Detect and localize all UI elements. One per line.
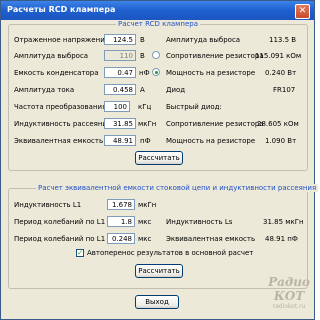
- period-l1-second-unit: мкс: [138, 235, 152, 243]
- period-l1-unit: мкс: [138, 218, 152, 226]
- resistor-power-value: 0.240 Вт: [265, 69, 297, 77]
- diode-label: Диод: [166, 86, 186, 94]
- resistor-resistance-label: Сопротивление резистора: [166, 52, 264, 60]
- result-equivalent-capacitance-value: 48.91 пФ: [265, 235, 298, 243]
- radiokot-watermark: Радио КОТ radiokot.ru: [266, 275, 312, 313]
- window-title: Расчеты RCD клампера: [7, 5, 116, 14]
- fast-resistor-power-value: 1.090 Вт: [265, 137, 297, 145]
- watermark-url: radiokot.ru: [272, 303, 306, 310]
- period-l1-input[interactable]: 1.8: [107, 216, 135, 227]
- inductance-l1-input[interactable]: 1.678: [107, 199, 135, 210]
- current-amplitude-label: Амплитуда тока: [14, 86, 75, 94]
- current-amplitude-input[interactable]: 0.458: [104, 84, 136, 95]
- spike-amplitude-radio[interactable]: [152, 51, 160, 59]
- capacitance-unit: нФ: [139, 69, 150, 77]
- current-amplitude-unit: А: [140, 86, 145, 94]
- inductance-ls-value: 31.85 мкГн: [263, 218, 304, 226]
- fast-resistor-resistance-label: Сопротивление резистора: [166, 120, 264, 128]
- leakage-inductance-unit: мкГн: [138, 120, 157, 128]
- spike-amplitude-input[interactable]: 110: [104, 50, 136, 61]
- spike-amplitude-unit: В: [140, 52, 145, 60]
- leakage-inductance-label: Индуктивность рассеяния: [14, 120, 112, 128]
- period-l1-second-label: Период колебаний по L1: [14, 235, 106, 243]
- diode-value: FR107: [273, 86, 296, 94]
- reflected-voltage-unit: В: [140, 36, 145, 44]
- close-icon[interactable]: ✕: [295, 4, 310, 19]
- equivalent-capacitance-label: Эквивалентная емкость: [14, 137, 104, 145]
- calculate-button[interactable]: Рассчитать: [135, 151, 183, 165]
- resistor-resistance-value: 115.091 кОм: [255, 52, 302, 60]
- inductance-ls-label: Индуктивность Ls: [166, 218, 233, 226]
- rcd-calc-group: [8, 24, 308, 171]
- frequency-label: Частота преобразования: [14, 103, 107, 111]
- leakage-inductance-input[interactable]: 31.85: [104, 118, 136, 129]
- result-spike-amplitude-label: Амплитуда выброса: [166, 36, 241, 44]
- inductance-l1-unit: мкГн: [138, 201, 157, 209]
- inductance-l1-label: Индуктивность L1: [14, 201, 82, 209]
- frequency-unit: кГц: [138, 103, 152, 111]
- fast-diode-label: Быстрый диод:: [166, 103, 222, 111]
- frequency-input[interactable]: 100: [104, 101, 130, 112]
- spike-amplitude-label: Амплитуда выброса: [14, 52, 89, 60]
- clamper-window: Расчеты RCD клампера ✕ Расчет RCD клампе…: [0, 0, 319, 320]
- watermark-title: Радио КОТ: [268, 275, 310, 303]
- rcd-calc-legend: Расчет RCD клампера: [116, 20, 201, 28]
- fast-resistor-resistance-value: 28.605 кОм: [257, 120, 299, 128]
- reflected-voltage-label: Отраженное напряжение: [14, 36, 110, 44]
- result-equivalent-capacitance-label: Эквивалентная емкость: [166, 235, 256, 243]
- reflected-voltage-input[interactable]: 124.5: [104, 34, 136, 45]
- capacitance-label: Емкость конденсатора: [14, 69, 99, 77]
- resistor-power-label: Мощность на резисторе: [166, 69, 256, 77]
- capacitance-radio[interactable]: [152, 68, 160, 76]
- period-l1-second-input[interactable]: 0.248: [107, 233, 135, 244]
- equivalent-calc-legend: Расчет эквивалентной емкости стоковой це…: [36, 184, 319, 192]
- title-bar: Расчеты RCD клампера ✕: [1, 1, 314, 20]
- equivalent-capacitance-input[interactable]: 48.91: [104, 135, 136, 146]
- result-spike-amplitude-value: 113.5 В: [269, 36, 297, 44]
- exit-button[interactable]: Выход: [135, 295, 179, 309]
- fast-resistor-power-label: Мощность на резисторе: [166, 137, 256, 145]
- autotransfer-checkbox[interactable]: ✓: [76, 249, 84, 257]
- calculate-equivalent-button[interactable]: Рассчитать: [135, 264, 183, 278]
- capacitance-input[interactable]: 0.47: [104, 67, 136, 78]
- autotransfer-label: Автоперенос результатов в основной расче…: [87, 249, 254, 257]
- equivalent-capacitance-unit: пФ: [140, 137, 151, 145]
- period-l1-label: Период колебаний по L1: [14, 218, 106, 226]
